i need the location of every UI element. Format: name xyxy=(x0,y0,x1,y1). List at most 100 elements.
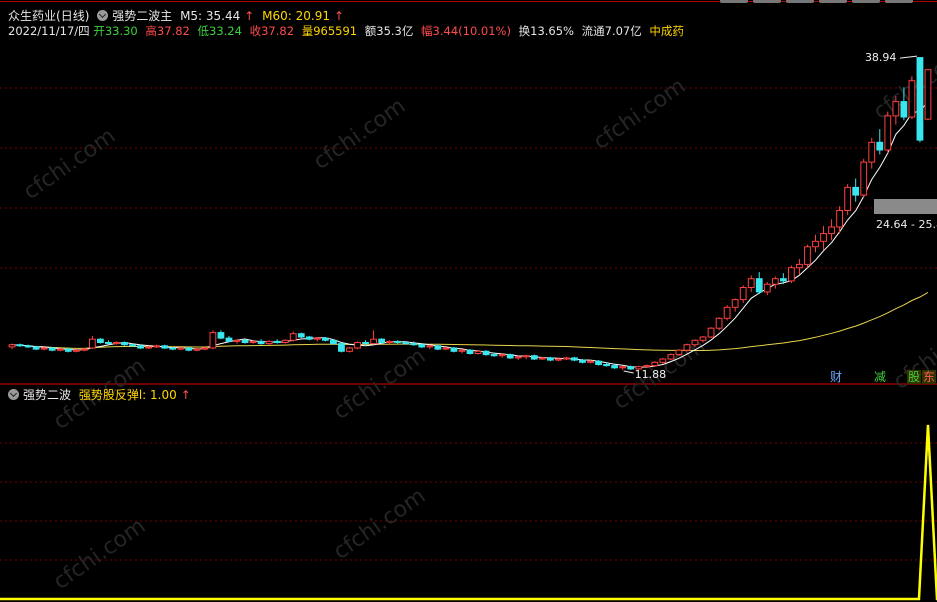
candle xyxy=(394,340,402,344)
candle xyxy=(804,244,811,268)
candle-body xyxy=(844,186,852,211)
candle xyxy=(924,69,932,121)
candle-body xyxy=(225,337,233,342)
candle-body xyxy=(169,347,177,350)
f10-tag-shareholder[interactable]: 股 xyxy=(907,370,922,384)
period-label: (日线) xyxy=(56,9,90,23)
candle-body xyxy=(731,299,739,308)
candle-body xyxy=(209,332,217,349)
candle-body xyxy=(916,57,924,141)
sub-indicator-name[interactable]: 强势二波 xyxy=(23,388,71,402)
candle xyxy=(48,346,56,352)
ma60-path xyxy=(11,291,929,351)
candle-body xyxy=(72,349,80,352)
quote-amount: 35.3亿 xyxy=(376,24,414,38)
candle xyxy=(908,76,916,120)
candle-body xyxy=(257,340,265,345)
candle-body xyxy=(868,141,876,163)
m60-label: M60: 20.91 ↑ xyxy=(262,9,345,23)
candle-body xyxy=(273,340,281,343)
candle xyxy=(346,346,353,353)
candle xyxy=(257,339,265,345)
candle-body xyxy=(153,345,161,348)
candle-body xyxy=(498,354,506,357)
candle-body xyxy=(378,338,386,344)
candle xyxy=(32,345,40,351)
candle-body xyxy=(56,348,64,351)
candle-body xyxy=(338,343,345,352)
candle-body xyxy=(474,350,482,354)
candle xyxy=(506,353,514,359)
candle-body xyxy=(48,347,56,351)
main-indicator-name[interactable]: 强势二波主 xyxy=(112,9,172,23)
candle-body xyxy=(32,346,40,350)
candle xyxy=(330,339,337,345)
candle-body xyxy=(161,345,169,349)
candle xyxy=(852,178,860,202)
candle-body xyxy=(611,365,619,369)
candle-body xyxy=(137,345,144,349)
quote-change: 3.44(10.01%) xyxy=(432,24,511,38)
candle xyxy=(305,335,313,341)
toolbar-strip[interactable] xyxy=(0,0,937,4)
main-header: 众生药业(日线) 强势二波主 M5: 35.44 ↑ M60: 20.91 ↑ xyxy=(8,9,348,23)
quote-volume: 965591 xyxy=(313,24,358,38)
quote-sector[interactable]: 中成药 xyxy=(649,24,684,38)
candle-body xyxy=(402,342,410,345)
candle xyxy=(755,272,763,295)
indicator-menu-icon[interactable] xyxy=(97,10,109,21)
candle-body xyxy=(442,347,450,350)
watermark-text: cfchi.com xyxy=(589,74,690,155)
candle-body xyxy=(643,365,651,368)
m5-label: M5: 35.44 ↑ xyxy=(180,9,255,23)
f10-tag-east[interactable]: 东 xyxy=(922,370,937,384)
candle-body xyxy=(289,333,297,341)
candle xyxy=(651,361,659,367)
candle-body xyxy=(812,240,819,248)
f10-tag-finance[interactable]: 财 xyxy=(829,370,843,384)
candle xyxy=(627,365,635,370)
candle-body xyxy=(771,278,779,285)
high-price-leader xyxy=(899,55,918,59)
candle-body xyxy=(410,343,418,346)
candle xyxy=(153,344,161,348)
f10-tag-reduce[interactable]: 减 xyxy=(873,370,887,384)
candle xyxy=(675,349,683,356)
candle-body xyxy=(707,327,715,338)
candle xyxy=(209,330,217,350)
candle-body xyxy=(900,101,908,118)
candle-body xyxy=(113,342,120,345)
candle xyxy=(225,335,233,343)
low-price-leader xyxy=(623,370,634,374)
candle xyxy=(88,335,96,350)
candle-body xyxy=(105,342,112,345)
candle-body xyxy=(8,344,16,348)
candle-body xyxy=(852,186,860,196)
sub-indicator-menu-icon[interactable] xyxy=(8,389,19,400)
candle xyxy=(338,342,345,353)
candle xyxy=(667,353,675,361)
quote-line: 2022/11/17/四 开33.30 高37.82 低33.24 收37.82… xyxy=(8,24,684,38)
candle xyxy=(787,265,795,284)
candle-body xyxy=(763,283,771,293)
candle-body xyxy=(876,141,884,151)
candle xyxy=(731,298,739,312)
candle-body xyxy=(297,333,305,338)
candle xyxy=(916,57,924,143)
candle xyxy=(828,219,835,241)
candle-body xyxy=(595,360,602,366)
candle xyxy=(426,344,434,350)
candle-body xyxy=(97,338,104,344)
watermark-layer: cfchi.com cfchi.com cfchi.com cfchi.com cfch… xyxy=(19,44,937,595)
candle-body xyxy=(514,356,522,359)
candle-body xyxy=(354,342,361,349)
candle xyxy=(498,353,506,358)
range-label: 24.64 - 25.8 xyxy=(876,218,937,231)
candle xyxy=(707,327,715,339)
candle xyxy=(161,344,169,350)
candle-body xyxy=(185,347,193,351)
candle xyxy=(579,359,586,364)
candle xyxy=(105,340,112,345)
candle-body xyxy=(434,345,442,350)
candle xyxy=(233,339,241,344)
